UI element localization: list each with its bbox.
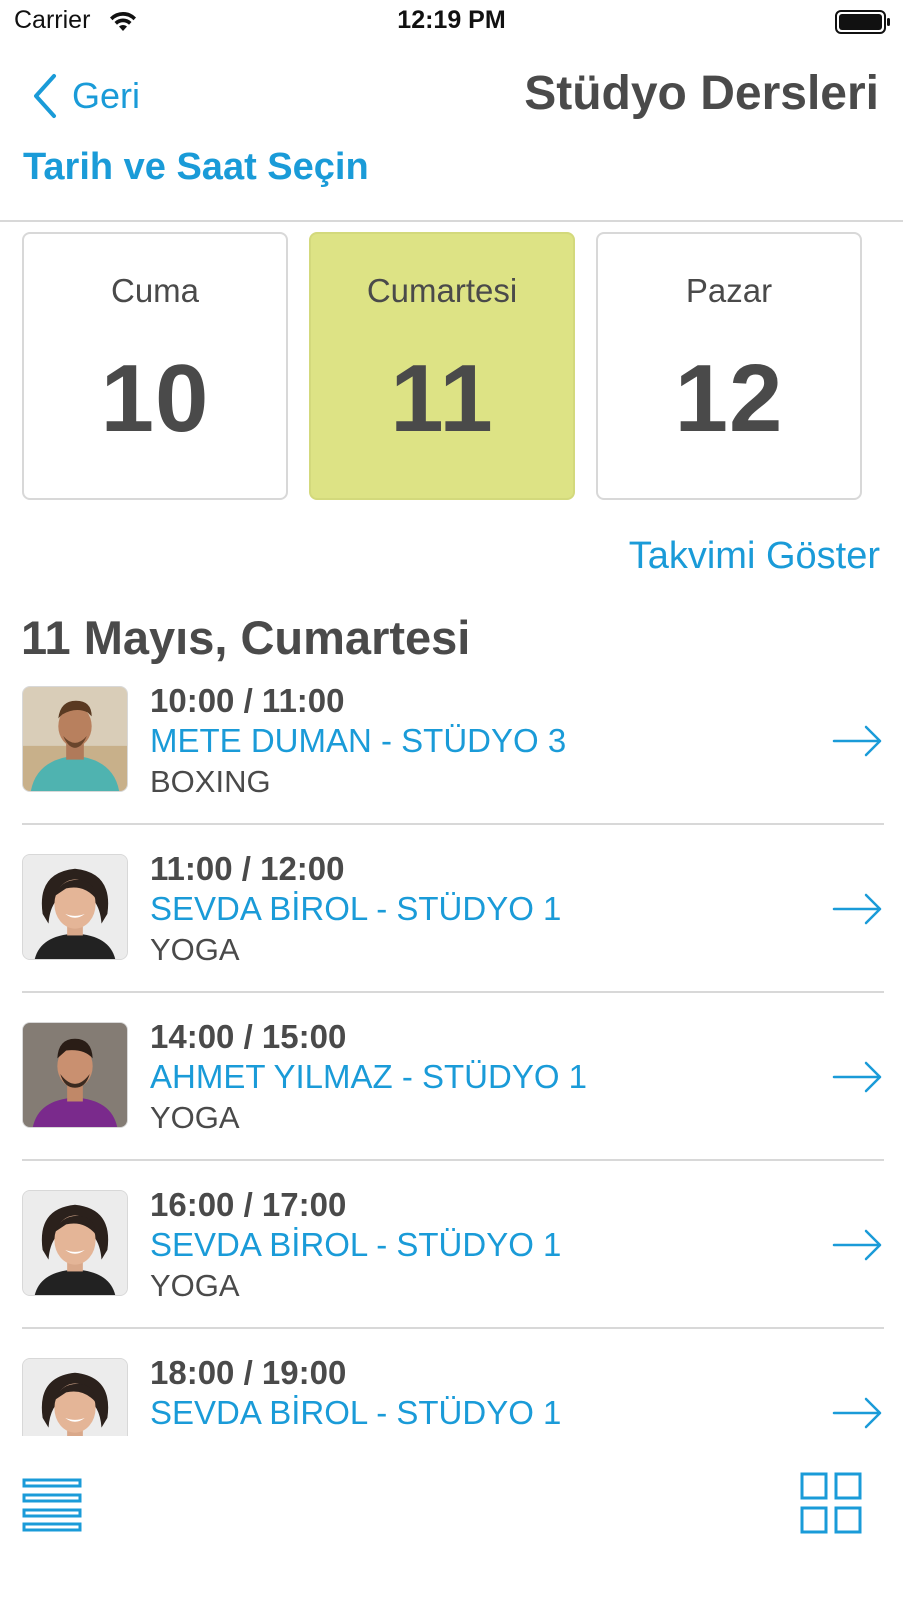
class-name: BOXING [150,764,271,799]
trainer-sevda-avatar [22,1358,128,1436]
class-time: 10:00 / 11:00 [150,686,345,719]
list-item[interactable]: 14:00 / 15:00 AHMET YILMAZ - STÜDYO 1 YO… [22,1018,884,1194]
day-card-sunday[interactable]: Pazar 12 [596,232,862,500]
arrow-right-icon [832,893,882,925]
day-number: 12 [674,345,784,452]
class-name: YOGA [150,1268,240,1303]
trainer-sevda-avatar [22,1190,128,1296]
day-name: Cuma [110,272,200,309]
list-item[interactable]: 16:00 / 17:00 SEVDA BİROL - STÜDYO 1 YOG… [22,1186,884,1362]
class-list[interactable]: 10:00 / 11:00 METE DUMAN - STÜDYO 3 BOXI… [22,686,884,1436]
list-item[interactable]: 11:00 / 12:00 SEVDA BİROL - STÜDYO 1 YOG… [22,850,884,1026]
day-card-saturday[interactable]: Cumartesi 11 [309,232,575,500]
arrow-right-icon [832,1061,882,1093]
class-trainer: SEVDA BİROL - STÜDYO 1 [150,1394,562,1431]
divider [22,823,884,825]
date-heading: 11 Mayıs, Cumartesi [21,611,471,664]
class-time: 14:00 / 15:00 [150,1018,347,1055]
trainer-ahmet-avatar [22,1022,128,1128]
day-number: 11 [390,345,494,452]
trainer-mete-avatar [22,686,128,792]
divider [22,991,884,993]
chevron-left-icon [34,74,56,118]
back-button[interactable]: Geri [30,68,140,124]
list-view-icon[interactable] [22,1476,82,1532]
divider [22,1159,884,1161]
class-time: 18:00 / 19:00 [150,1354,347,1391]
trainer-sevda-avatar [22,854,128,960]
class-time: 16:00 / 17:00 [150,1186,347,1223]
class-trainer: METE DUMAN - STÜDYO 3 [150,722,567,759]
day-selector: Cuma 10 Cumartesi 11 Pazar 12 [22,232,884,500]
day-card-friday[interactable]: Cuma 10 [22,232,288,500]
back-label: Geri [72,75,141,116]
day-name: Pazar [685,272,773,309]
list-item[interactable]: 18:00 / 19:00 SEVDA BİROL - STÜDYO 1 [22,1354,884,1436]
navigation-bar: Geri Stüdyo Dersleri [0,60,903,140]
status-bar: Carrier 12:19 PM [0,0,903,46]
divider [0,220,903,222]
show-calendar-link[interactable]: Takvimi Göster [629,535,880,578]
list-item[interactable]: 10:00 / 11:00 METE DUMAN - STÜDYO 3 BOXI… [22,686,884,858]
class-trainer: SEVDA BİROL - STÜDYO 1 [150,890,562,927]
class-name: YOGA [150,1100,240,1135]
arrow-right-icon [832,1229,882,1261]
class-time: 11:00 / 12:00 [150,850,345,887]
studio-classes-screen: Carrier 12:19 PM Geri Stüdyo Dersleri Ta… [0,0,903,1606]
grid-view-icon[interactable] [800,1472,862,1534]
class-name: YOGA [150,932,240,967]
class-trainer: AHMET YILMAZ - STÜDYO 1 [150,1058,588,1095]
class-trainer: SEVDA BİROL - STÜDYO 1 [150,1226,562,1263]
divider [22,1327,884,1329]
section-title: Tarih ve Saat Seçin [23,146,369,188]
arrow-right-icon [832,1397,882,1429]
battery-icon [835,10,890,34]
page-title: Stüdyo Dersleri [524,67,879,120]
arrow-right-icon [832,725,882,757]
day-name: Cumartesi [366,272,518,309]
status-time: 12:19 PM [397,6,506,34]
bottom-toolbar [0,1440,903,1606]
day-number: 10 [100,345,210,452]
